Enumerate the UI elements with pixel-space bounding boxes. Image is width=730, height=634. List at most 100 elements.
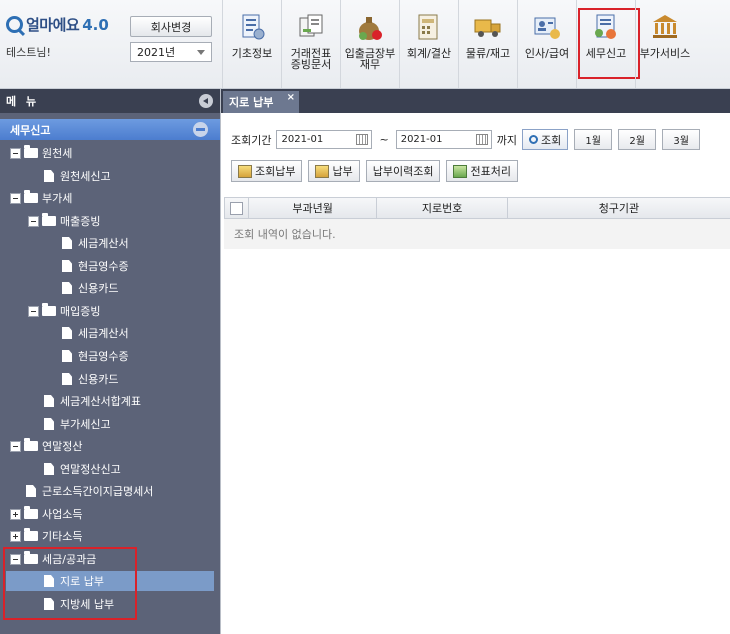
- payment-icon: [238, 164, 252, 178]
- pay-label: 납부: [332, 165, 353, 178]
- payment-icon: [315, 164, 330, 178]
- checkbox-box: [229, 201, 243, 215]
- logo-q-icon: [6, 16, 23, 33]
- tree-label: 세금계산서: [78, 237, 129, 250]
- tree-label: 세금계산서: [78, 327, 129, 340]
- tree-label: 세금계산서합계표: [60, 395, 141, 408]
- tree-label: 현금영수증: [78, 260, 129, 273]
- until-label: 까지: [496, 133, 517, 147]
- year-select[interactable]: 2021년: [130, 42, 212, 62]
- tree-item[interactable]: 원천세신고: [44, 166, 111, 186]
- brand-version: 4.0: [82, 15, 109, 34]
- payment-history-label: 납부이력조회: [372, 165, 434, 178]
- tree-label: 매출증빙: [60, 215, 101, 228]
- tree-item[interactable]: 세금계산서합계표: [44, 391, 141, 411]
- voucher-process-label: 전표처리: [470, 165, 511, 178]
- collapse-icon[interactable]: [10, 147, 21, 159]
- tree-item[interactable]: 부가세신고: [44, 414, 111, 434]
- filter-row: 조회기간 2021-01 ~ 2021-01 까지 조회 1월 2월 3월: [231, 129, 701, 150]
- date-to-field[interactable]: 2021-01: [395, 130, 492, 149]
- toolbar-button[interactable]: 부가서비스: [635, 0, 694, 88]
- toolbar-button[interactable]: 입출금장부 재무: [340, 0, 399, 88]
- collapse-icon[interactable]: [28, 305, 39, 317]
- select-all-checkbox[interactable]: [225, 198, 249, 218]
- tree-folder[interactable]: 매입증빙: [28, 301, 100, 321]
- column-header[interactable]: 지로번호: [377, 198, 508, 218]
- tree-folder[interactable]: 연말정산: [10, 436, 82, 456]
- toolbar-button-label: 거래전표 증빙문서: [290, 47, 332, 71]
- tree-label: 연말정산신고: [60, 463, 121, 476]
- tree-folder[interactable]: 원천세: [10, 143, 72, 163]
- brand-name: 얼마에요: [26, 16, 80, 34]
- date-from-value: 2021-01: [281, 134, 324, 145]
- tree-label: 원천세신고: [60, 170, 111, 183]
- tab-label: 지로 납부: [229, 96, 274, 109]
- tree-label: 현금영수증: [78, 350, 129, 363]
- close-icon[interactable]: ×: [287, 92, 295, 103]
- tab-giro-payment[interactable]: 지로 납부 ×: [223, 91, 299, 113]
- toolbar-button-label: 물류/재고: [465, 47, 511, 60]
- tree-item[interactable]: 세금계산서: [62, 233, 129, 253]
- tree-item[interactable]: 현금영수증: [62, 346, 129, 366]
- collapse-icon[interactable]: [28, 215, 39, 227]
- voucher-process-button[interactable]: 전표처리: [446, 160, 518, 182]
- tree-item[interactable]: 연말정산신고: [44, 459, 121, 479]
- tree-folder[interactable]: 기타소득: [10, 526, 82, 546]
- tree-item[interactable]: 현금영수증: [62, 256, 129, 276]
- month-button-2[interactable]: 2월: [618, 129, 657, 150]
- tree-item[interactable]: 신용카드: [62, 278, 118, 298]
- tree-item[interactable]: 근로소득간이지급명세서: [26, 481, 153, 501]
- document-icon: [26, 485, 36, 497]
- folder-icon: [24, 145, 38, 158]
- sidebar-section-header[interactable]: 세무신고: [0, 119, 220, 140]
- toolbar-button[interactable]: 회계/결산: [399, 0, 458, 88]
- collapse-sidebar-icon[interactable]: [199, 94, 213, 108]
- tab-strip: 지로 납부 ×: [221, 89, 730, 113]
- voucher-icon: [296, 12, 326, 42]
- collapse-icon[interactable]: [10, 192, 21, 204]
- expand-icon[interactable]: [10, 530, 21, 542]
- document-icon: [44, 463, 54, 475]
- toolbar-button[interactable]: 세무신고: [576, 0, 640, 88]
- bank-icon: [650, 12, 680, 42]
- folder-icon: [24, 190, 38, 203]
- toolbar-button[interactable]: 기초정보: [222, 0, 281, 88]
- tree-label: 신용카드: [78, 282, 119, 295]
- collapse-section-icon[interactable]: [193, 122, 208, 137]
- tree-label: 신용카드: [78, 373, 119, 386]
- top-header: 얼마에요 4.0 테스트님! 회사변경 2021년 기초정보 거래전표 증빙문서 입…: [0, 0, 730, 89]
- grid-header: 부과년월 지로번호 청구기관: [224, 197, 730, 219]
- document-icon: [62, 237, 72, 249]
- query-payment-label: 조회납부: [255, 165, 296, 178]
- month-button-1[interactable]: 1월: [574, 129, 613, 150]
- pay-button[interactable]: 납부: [308, 160, 360, 182]
- query-payment-button[interactable]: 조회납부: [231, 160, 303, 182]
- column-header[interactable]: 부과년월: [249, 198, 378, 218]
- tree-folder[interactable]: 매출증빙: [28, 211, 100, 231]
- change-company-button[interactable]: 회사변경: [130, 16, 212, 37]
- toolbar-button-label: 회계/결산: [406, 47, 452, 60]
- tree-item[interactable]: 세금계산서: [62, 323, 129, 343]
- document-icon: [44, 395, 54, 407]
- month-button-3[interactable]: 3월: [662, 129, 701, 150]
- document-icon: [62, 327, 72, 339]
- column-header[interactable]: 청구기관: [508, 198, 730, 218]
- date-from-field[interactable]: 2021-01: [276, 130, 373, 149]
- toolbar-button[interactable]: 인사/급여: [517, 0, 576, 88]
- toolbar-button[interactable]: 거래전표 증빙문서: [281, 0, 340, 88]
- tree-label: 매입증빙: [60, 305, 101, 318]
- collapse-icon[interactable]: [10, 440, 21, 452]
- tree-item[interactable]: 신용카드: [62, 369, 118, 389]
- payment-history-button[interactable]: 납부이력조회: [365, 160, 441, 182]
- calendar-icon[interactable]: [475, 134, 488, 145]
- search-button[interactable]: 조회: [521, 129, 569, 150]
- calendar-icon[interactable]: [356, 134, 369, 145]
- hr-icon: [532, 12, 562, 42]
- toolbar-button[interactable]: 물류/재고: [458, 0, 517, 88]
- grid-empty-message: 조회 내역이 없습니다.: [224, 219, 730, 249]
- tree-folder[interactable]: 사업소득: [10, 504, 82, 524]
- expand-icon[interactable]: [10, 508, 21, 520]
- sidebar-header: 메 뉴: [0, 89, 220, 113]
- tree-folder[interactable]: 부가세: [10, 188, 72, 208]
- toolbar-button-label: 인사/급여: [524, 47, 570, 60]
